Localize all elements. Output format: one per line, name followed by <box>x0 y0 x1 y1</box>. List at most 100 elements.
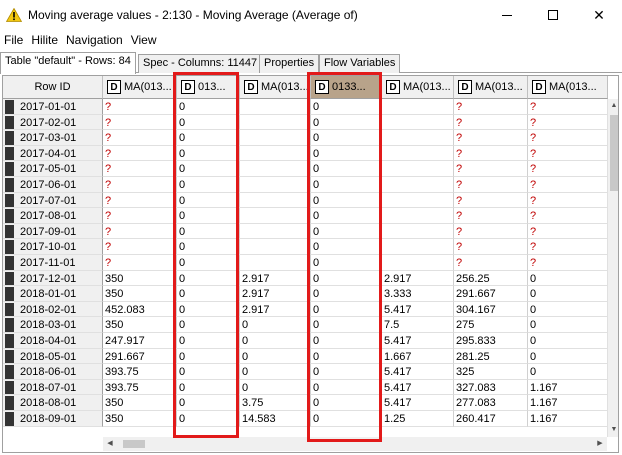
table-cell[interactable]: 295.833 <box>454 333 528 349</box>
table-cell[interactable]: ? <box>454 130 528 146</box>
table-cell[interactable]: 275 <box>454 317 528 333</box>
table-cell[interactable]: 0 <box>177 208 240 224</box>
table-cell[interactable]: 0 <box>177 395 240 411</box>
table-cell[interactable]: 3.75 <box>240 395 311 411</box>
table-cell[interactable]: 277.083 <box>454 395 528 411</box>
table-cell[interactable]: 0 <box>311 395 382 411</box>
table-cell[interactable] <box>240 208 311 224</box>
table-cell[interactable]: 393.75 <box>103 364 177 380</box>
table-cell[interactable]: ? <box>454 208 528 224</box>
table-cell[interactable]: 0 <box>311 99 382 115</box>
table-cell[interactable]: 3.333 <box>382 286 454 302</box>
table-cell[interactable]: 0 <box>311 333 382 349</box>
table-cell[interactable]: 0 <box>311 161 382 177</box>
table-cell[interactable]: 0 <box>311 364 382 380</box>
row-id-cell[interactable]: 2018-02-01 <box>3 301 103 318</box>
row-id-cell[interactable]: 2017-08-01 <box>3 208 103 224</box>
table-row[interactable]: 2017-08-01? 0 0?? <box>3 208 608 224</box>
table-cell[interactable]: 327.083 <box>454 379 528 396</box>
table-cell[interactable]: 0 <box>177 301 240 318</box>
table-cell[interactable]: 393.75 <box>103 379 177 396</box>
table-cell[interactable] <box>382 208 454 224</box>
table-cell[interactable]: 1.167 <box>528 395 608 411</box>
table-cell[interactable]: ? <box>454 223 528 240</box>
table-cell[interactable]: 0 <box>311 223 382 240</box>
table-cell[interactable]: 0 <box>240 348 311 365</box>
table-cell[interactable]: ? <box>103 177 177 193</box>
table-cell[interactable]: 0 <box>177 177 240 193</box>
table-cell[interactable] <box>240 192 311 209</box>
table-row[interactable]: 2018-01-01 350 0 2.917 0 3.333 291.667 0 <box>3 286 608 302</box>
table-cell[interactable]: 0 <box>240 364 311 380</box>
table-cell[interactable]: 350 <box>103 286 177 302</box>
table-row[interactable]: 2017-09-01? 0 0?? <box>3 223 608 240</box>
table-cell[interactable] <box>382 130 454 146</box>
table-cell[interactable]: ? <box>528 239 608 255</box>
table-cell[interactable]: 0 <box>311 192 382 209</box>
table-cell[interactable] <box>240 223 311 240</box>
row-id-cell[interactable]: 2017-04-01 <box>3 145 103 162</box>
table-cell[interactable] <box>382 145 454 162</box>
row-id-cell[interactable]: 2018-09-01 <box>3 411 103 427</box>
table-cell[interactable]: ? <box>103 114 177 131</box>
table-cell[interactable]: 0 <box>528 270 608 287</box>
table-cell[interactable]: 0 <box>528 348 608 365</box>
table-row[interactable]: 2017-05-01? 0 0?? <box>3 161 608 177</box>
table-cell[interactable]: 0 <box>177 130 240 146</box>
table-cell[interactable]: ? <box>454 255 528 271</box>
table-cell[interactable]: 0 <box>177 255 240 271</box>
row-id-cell[interactable]: 2017-02-01 <box>3 114 103 131</box>
table-row[interactable]: 2017-02-01? 0 0?? <box>3 114 608 131</box>
table-cell[interactable]: ? <box>454 192 528 209</box>
table-cell[interactable] <box>240 177 311 193</box>
table-row[interactable]: 2018-04-01 247.917 0 0 0 5.417 295.833 0 <box>3 333 608 349</box>
table-cell[interactable]: 0 <box>177 239 240 255</box>
table-cell[interactable]: 291.667 <box>454 286 528 302</box>
table-cell[interactable] <box>382 239 454 255</box>
table-cell[interactable]: ? <box>528 192 608 209</box>
table-cell[interactable]: 0 <box>311 145 382 162</box>
table-cell[interactable]: 0 <box>311 114 382 131</box>
row-id-cell[interactable]: 2017-01-01 <box>3 99 103 115</box>
table-cell[interactable]: ? <box>103 145 177 162</box>
table-cell[interactable]: 260.417 <box>454 411 528 427</box>
table-cell[interactable] <box>382 177 454 193</box>
scroll-up-icon[interactable]: ▲ <box>608 99 618 113</box>
table-row[interactable]: 2017-07-01? 0 0?? <box>3 192 608 209</box>
table-cell[interactable]: 0 <box>240 317 311 333</box>
table-row[interactable]: 2017-06-01? 0 0?? <box>3 177 608 193</box>
row-id-cell[interactable]: 2017-06-01 <box>3 177 103 193</box>
row-id-cell[interactable]: 2017-07-01 <box>3 192 103 209</box>
table-cell[interactable]: ? <box>528 208 608 224</box>
table-cell[interactable]: 5.417 <box>382 395 454 411</box>
table-cell[interactable]: 0 <box>177 379 240 396</box>
table-cell[interactable] <box>240 99 311 115</box>
table-cell[interactable]: 291.667 <box>103 348 177 365</box>
table-row[interactable]: 2018-07-01 393.75 0 0 0 5.417 327.083 1.167 <box>3 379 608 396</box>
table-cell[interactable]: 0 <box>528 317 608 333</box>
menu-view[interactable]: View <box>127 30 161 50</box>
menu-hilite[interactable]: Hilite <box>27 30 62 50</box>
row-id-cell[interactable]: 2018-01-01 <box>3 286 103 302</box>
table-cell[interactable]: 350 <box>103 395 177 411</box>
column-header-row-id[interactable]: Row ID <box>3 76 103 99</box>
table-cell[interactable] <box>240 145 311 162</box>
table-cell[interactable]: 0 <box>311 255 382 271</box>
row-id-cell[interactable]: 2017-03-01 <box>3 130 103 146</box>
table-cell[interactable]: 0 <box>311 301 382 318</box>
horizontal-scroll-thumb[interactable] <box>123 440 145 448</box>
scroll-left-icon[interactable]: ◀ <box>103 437 117 451</box>
menu-navigation[interactable]: Navigation <box>62 30 127 50</box>
table-cell[interactable]: 0 <box>528 364 608 380</box>
table-cell[interactable]: ? <box>528 161 608 177</box>
table-cell[interactable]: 0 <box>528 286 608 302</box>
table-cell[interactable]: 0 <box>240 379 311 396</box>
row-id-cell[interactable]: 2018-04-01 <box>3 333 103 349</box>
table-cell[interactable]: 0 <box>177 145 240 162</box>
table-cell[interactable]: ? <box>103 192 177 209</box>
table-cell[interactable] <box>240 161 311 177</box>
table-cell[interactable]: 0 <box>177 411 240 427</box>
table-row[interactable]: 2018-02-01 452.083 0 2.917 0 5.417 304.167 0 <box>3 301 608 318</box>
row-id-cell[interactable]: 2017-12-01 <box>3 270 103 287</box>
scroll-right-icon[interactable]: ▶ <box>593 437 607 451</box>
